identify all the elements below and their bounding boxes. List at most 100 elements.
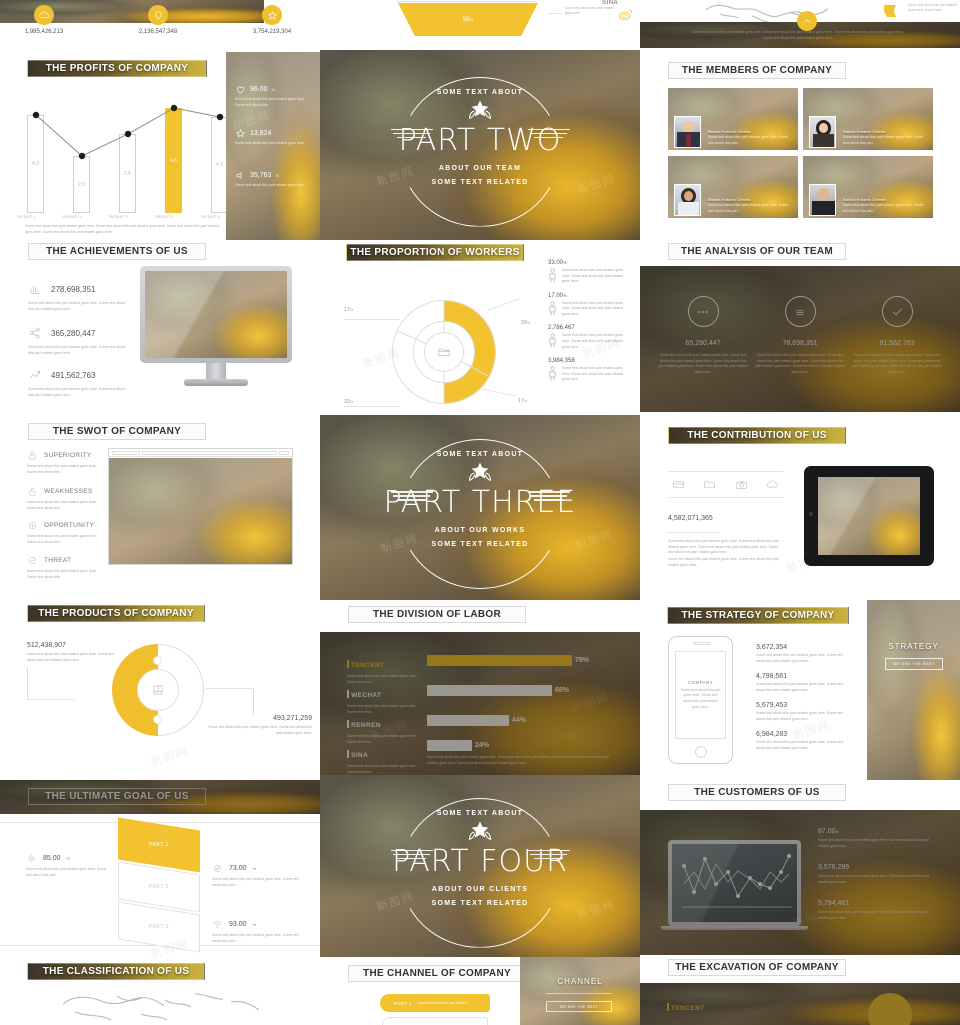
ultimate-layers: PART 1 PART 2 PART 3: [118, 817, 204, 953]
lock-closed-icon: [29, 452, 36, 460]
ultimate-right-bottom-text: Some text about this part related goes h…: [212, 933, 300, 943]
slide-excavation[interactable]: THE EXCAVATION OF COMPANY TENCENT: [640, 955, 960, 1025]
slide-part-two[interactable]: 新图网 新图网 SOME TEXT ABOUT PART TWO ABOUT O…: [320, 50, 640, 240]
division-bar-1: [427, 685, 552, 696]
watermark: 新图网: [369, 718, 411, 743]
member-card-2[interactable]: Barack Hussein Obama Some text about thi…: [668, 156, 798, 218]
legend-text-0: Some text about this part related goes h…: [562, 268, 624, 284]
slide-members[interactable]: THE MEMBERS OF COMPANY Barack Hussein Ob…: [640, 50, 960, 240]
analysis-icon-wrap-0: [687, 296, 719, 327]
achievement-item-2: 491,562,763 Some text about this part re…: [28, 368, 133, 398]
part-four-subtitle-b: SOME TEXT RELATED: [431, 899, 529, 907]
donut-center: [424, 332, 464, 372]
member-card-0[interactable]: Barack Hussein Obama Some text about thi…: [668, 88, 798, 150]
products-right-value: 493,271,259: [273, 715, 312, 722]
channel-row-2[interactable]: [382, 1017, 488, 1025]
analysis-text-0: Some text about this part related goes h…: [658, 353, 748, 374]
member-card-1[interactable]: Barack Hussein Obama Some text about thi…: [803, 88, 933, 150]
map-note: Some text about this part related goes h…: [908, 3, 958, 13]
analysis-item-0: 65,280,447 Some text about this part rel…: [658, 296, 748, 375]
slide-workers[interactable]: THE PROPORTION OF WORKERS 17% 33% 33% 17…: [320, 240, 640, 415]
member-text-0: Some text about this part related goes h…: [708, 135, 789, 145]
customers-unit-0: %: [835, 829, 840, 834]
phone-text: Some text about this part goes here. Som…: [680, 687, 721, 709]
slide-analysis[interactable]: THE ANALYSIS OF OUR TEAM 65,280,447 Some…: [640, 240, 960, 415]
swot-text-1: Some text about this part related goes h…: [27, 500, 97, 510]
contribution-icon-row: [668, 471, 783, 498]
strategy-panel-button[interactable]: WE ARE THE BEST: [885, 658, 943, 670]
channel-panel-button[interactable]: WE ARE THE BEST: [546, 1001, 612, 1012]
products-left-text: Some text about this part related goes h…: [27, 652, 115, 662]
weibo-icon: [619, 9, 633, 21]
slide-part-four[interactable]: 新图网 新图网 SOME TEXT ABOUT PART FOUR ABOUT …: [320, 775, 640, 957]
analysis-item-1: 78,698,351 Some text about this part rel…: [755, 296, 845, 375]
strategy-value-1: 4,798,561: [756, 673, 788, 681]
social-value-0: 96.00: [250, 86, 268, 93]
classification-title: THE CLASSIFICATION OF US: [27, 963, 205, 980]
slide-classification[interactable]: THE CLASSIFICATION OF US: [0, 960, 320, 1025]
slide-channel[interactable]: THE CHANNEL OF COMPANY PART 1 Some text …: [320, 957, 520, 1025]
watermark: 新图网: [149, 744, 191, 769]
slide-division[interactable]: THE DIVISION OF LABOR 新图网 新图网 TENCENT So…: [320, 600, 640, 785]
channel-row[interactable]: PART 1 Some text about this part related: [380, 994, 490, 1012]
scroll-up-button[interactable]: [797, 11, 817, 31]
laptop-mockup: [661, 840, 808, 930]
slide-ultimate[interactable]: THE ULTIMATE GOAL OF US PART 1 PART 2 PA…: [0, 780, 320, 965]
ultimate-right-bottom: 93.00% Some text about this part related…: [212, 919, 302, 944]
slide-swot[interactable]: THE SWOT OF COMPANY SUPERIORITY Some tex…: [0, 420, 320, 600]
callout-unit-1: %: [526, 321, 531, 325]
division-bar-2: [427, 715, 509, 726]
division-pct-2: 44%: [512, 717, 527, 724]
analysis-title: THE ANALYSIS OF OUR TEAM: [668, 243, 846, 260]
strategy-text-1: Some text about this part related goes h…: [756, 682, 844, 692]
person-icon: [549, 333, 556, 348]
emblem-ray-right: [527, 128, 570, 141]
customers-value-1: 3,576,289: [818, 864, 850, 871]
check-icon: [892, 308, 902, 316]
channel-photo-panel: CHANNEL WE ARE THE BEST: [520, 957, 640, 1025]
funnel-unit: %: [469, 16, 474, 22]
slide-social-panel[interactable]: 新图网 96.00% Some text about this part rel…: [226, 52, 320, 240]
division-bar-row-2: 44%: [427, 715, 612, 726]
slide-customers[interactable]: THE CUSTOMERS OF US 87.00% Some text abo…: [640, 780, 960, 955]
slide-strategy[interactable]: THE STRATEGY OF COMPANY COMPANY Some tex…: [640, 600, 960, 780]
callout-17-bottomright: 17%: [479, 388, 527, 407]
callout-33-right: 33%: [486, 298, 531, 329]
analysis-value-2: 91,562,763: [879, 340, 915, 347]
contribution-text-2: Some text about this part related goes h…: [668, 557, 779, 567]
slide-contribution[interactable]: THE CONTRIBUTION OF US 4,582,071,365 Som…: [640, 415, 960, 600]
strategy-text-2: Some text about this part related goes h…: [756, 711, 844, 721]
slide-products[interactable]: THE PRODUCTS OF COMPANY 512,438,907 Some…: [0, 600, 320, 785]
ultimate-layer-label-0: PART 1: [149, 841, 169, 848]
channel-row-text: Some text about this part related: [417, 1001, 467, 1005]
compass-icon: [214, 865, 221, 872]
products-donut: [112, 644, 204, 736]
member-name-0: Barack Hussein Obama: [708, 129, 751, 134]
customers-text-0: Some text about this part related goes h…: [818, 838, 929, 848]
plus-circle-icon: [29, 522, 36, 529]
swot-item-2: OPPORTUNITY Some text about this part re…: [27, 520, 105, 545]
funnel-sina-callout: SINA Some text about this part related g…: [548, 0, 640, 22]
wifi-icon: [213, 921, 222, 929]
achievement-text-2: Some text about this part related goes h…: [28, 387, 126, 397]
customers-photo: 87.00% Some text about this part related…: [640, 810, 960, 955]
slide-part-three[interactable]: 新图网 新图网 SOME TEXT ABOUT PART THREE ABOUT…: [320, 415, 640, 600]
customers-text-1: Some text about this part related goes h…: [818, 874, 929, 884]
cat-2: PRODUCT 3: [109, 215, 128, 219]
legend-value-3: 3,984,358: [548, 358, 575, 365]
strategy-title: THE STRATEGY OF COMPANY: [667, 607, 849, 624]
cloud-icon: [38, 10, 49, 18]
ultimate-left: 85.00% Some text about this part related…: [26, 853, 110, 878]
strategy-list: 3,672,354 Some text about this part rela…: [756, 644, 851, 752]
laptop-chart-screen: [672, 844, 797, 922]
products-title: THE PRODUCTS OF COMPANY: [27, 605, 205, 622]
ultimate-right-top: 73.00% Some text about this part related…: [212, 863, 302, 888]
cat-4: PRODUCT 5: [201, 215, 220, 219]
avatar-2: [674, 184, 701, 216]
achievement-text-0: Some text about this part related goes h…: [28, 301, 126, 311]
slide-achievements[interactable]: THE ACHIEVEMENTS OF US 278,698,351 Some …: [0, 240, 320, 420]
member-text-1: Some text about this part related goes h…: [843, 135, 924, 145]
customers-item-2: 5,794,461 Some text about this part rela…: [818, 900, 938, 921]
division-bar-row-1: 68%: [427, 685, 612, 696]
member-card-3[interactable]: Barack Hussein Obama Some text about thi…: [803, 156, 933, 218]
